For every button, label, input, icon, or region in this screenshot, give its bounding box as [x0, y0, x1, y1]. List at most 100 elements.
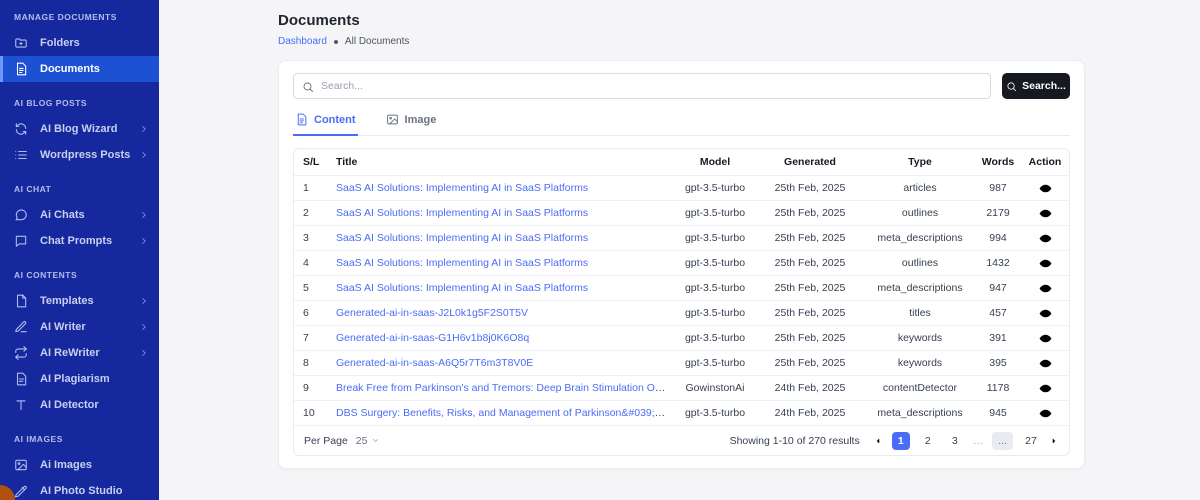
sidebar-item-documents[interactable]: Documents	[0, 56, 159, 82]
next-page-button[interactable]	[1049, 436, 1059, 446]
document-title-link[interactable]: Generated-ai-in-saas-G1H6v1b8j0K6O8q	[336, 332, 529, 344]
table-row: 6Generated-ai-in-saas-J2L0k1g5F2S0T5Vgpt…	[294, 300, 1069, 325]
cell-sl: 6	[294, 307, 336, 319]
sidebar-item-label: Chat Prompts	[40, 235, 139, 247]
cell-action	[1021, 257, 1069, 270]
sidebar-item-label: Documents	[40, 63, 149, 75]
view-document-button[interactable]	[1039, 282, 1052, 295]
tab-content[interactable]: Content	[293, 113, 358, 136]
table-header-row: S/LTitleModelGeneratedTypeWordsAction	[294, 149, 1069, 175]
cell-sl: 4	[294, 257, 336, 269]
document-title-link[interactable]: Generated-ai-in-saas-A6Q5r7T6m3T8V0E	[336, 357, 533, 369]
cell-action	[1021, 357, 1069, 370]
previous-page-button[interactable]	[873, 436, 883, 446]
document-title-link[interactable]: SaaS AI Solutions: Implementing AI in Sa…	[336, 232, 588, 244]
sidebar-item-ai-detector[interactable]: AI Detector	[0, 392, 159, 418]
search-button[interactable]: Search...	[1002, 73, 1070, 99]
per-page-select[interactable]: 25	[356, 435, 381, 447]
cell-words: 1432	[975, 257, 1021, 269]
cell-action	[1021, 332, 1069, 345]
cell-words: 391	[975, 332, 1021, 344]
wizard-icon	[14, 122, 28, 136]
plagiarism-icon	[14, 372, 28, 386]
chevron-right-icon	[139, 296, 149, 306]
cell-title: Generated-ai-in-saas-G1H6v1b8j0K6O8q	[336, 332, 675, 344]
cell-type: meta_descriptions	[865, 282, 975, 294]
cell-generated: 25th Feb, 2025	[755, 257, 865, 269]
sidebar-item-ai-blog-wizard[interactable]: AI Blog Wizard	[0, 116, 159, 142]
sidebar-item-ai-images[interactable]: Ai Images	[0, 452, 159, 478]
photo-studio-icon	[14, 484, 28, 498]
search-input[interactable]	[321, 80, 982, 92]
file-icon	[14, 294, 28, 308]
sidebar-item-ai-writer[interactable]: AI Writer	[0, 314, 159, 340]
view-document-button[interactable]	[1039, 382, 1052, 395]
sidebar-section-header-ai-chat: AI CHAT	[14, 184, 145, 194]
chevron-right-icon	[139, 150, 149, 160]
cell-action	[1021, 207, 1069, 220]
sidebar-item-folders[interactable]: Folders	[0, 30, 159, 56]
cell-sl: 5	[294, 282, 336, 294]
document-title-link[interactable]: SaaS AI Solutions: Implementing AI in Sa…	[336, 257, 588, 269]
document-icon	[295, 113, 308, 126]
cell-sl: 2	[294, 207, 336, 219]
document-title-link[interactable]: SaaS AI Solutions: Implementing AI in Sa…	[336, 207, 588, 219]
view-document-button[interactable]	[1039, 207, 1052, 220]
column-header-s-l: S/L	[294, 156, 336, 168]
sidebar-item-ai-plagiarism[interactable]: AI Plagiarism	[0, 366, 159, 392]
sidebar-item-ai-chats[interactable]: Ai Chats	[0, 202, 159, 228]
page-button-3[interactable]: 3	[946, 432, 964, 450]
cell-title: Generated-ai-in-saas-A6Q5r7T6m3T8V0E	[336, 357, 675, 369]
breadcrumb-dashboard-link[interactable]: Dashboard	[278, 36, 327, 47]
cell-generated: 25th Feb, 2025	[755, 332, 865, 344]
page-button-27[interactable]: 27	[1022, 432, 1040, 450]
cell-generated: 24th Feb, 2025	[755, 407, 865, 419]
image-icon	[14, 458, 28, 472]
view-document-button[interactable]	[1039, 357, 1052, 370]
cell-title: SaaS AI Solutions: Implementing AI in Sa…	[336, 232, 675, 244]
cell-words: 2179	[975, 207, 1021, 219]
per-page-value: 25	[356, 435, 368, 447]
page-button-1[interactable]: 1	[892, 432, 910, 450]
page-button-2[interactable]: 2	[919, 432, 937, 450]
cell-type: outlines	[865, 207, 975, 219]
sidebar-item-wordpress-posts[interactable]: Wordpress Posts	[0, 142, 159, 168]
view-document-button[interactable]	[1039, 307, 1052, 320]
view-document-button[interactable]	[1039, 257, 1052, 270]
sidebar-item-ai-rewriter[interactable]: AI ReWriter	[0, 340, 159, 366]
main-content: Documents Dashboard All Documents Search…	[159, 0, 1200, 500]
search-row: Search...	[293, 73, 1070, 99]
sidebar-item-chat-prompts[interactable]: Chat Prompts	[0, 228, 159, 254]
sidebar-item-templates[interactable]: Templates	[0, 288, 159, 314]
search-icon	[1006, 81, 1017, 92]
view-document-button[interactable]	[1039, 182, 1052, 195]
document-title-link[interactable]: SaaS AI Solutions: Implementing AI in Sa…	[336, 182, 588, 194]
document-title-link[interactable]: SaaS AI Solutions: Implementing AI in Sa…	[336, 282, 588, 294]
cell-words: 947	[975, 282, 1021, 294]
chevron-right-icon	[139, 236, 149, 246]
view-document-button[interactable]	[1039, 332, 1052, 345]
tab-label: Image	[405, 114, 437, 126]
cell-title: SaaS AI Solutions: Implementing AI in Sa…	[336, 257, 675, 269]
cell-type: meta_descriptions	[865, 232, 975, 244]
document-title-link[interactable]: DBS Surgery: Benefits, Risks, and Manage…	[336, 407, 675, 419]
page-title: Documents	[278, 12, 1085, 29]
view-document-button[interactable]	[1039, 232, 1052, 245]
table-row: 9Break Free from Parkinson's and Tremors…	[294, 375, 1069, 400]
document-title-link[interactable]: Break Free from Parkinson's and Tremors:…	[336, 382, 675, 394]
cell-type: meta_descriptions	[865, 407, 975, 419]
cell-model: gpt-3.5-turbo	[675, 257, 755, 269]
view-document-button[interactable]	[1039, 407, 1052, 420]
search-button-label: Search...	[1022, 80, 1066, 92]
column-header-action: Action	[1021, 156, 1069, 168]
cell-type: outlines	[865, 257, 975, 269]
sidebar-item-ai-photo-studio[interactable]: AI Photo Studio	[0, 478, 159, 500]
document-icon	[14, 62, 28, 76]
document-title-link[interactable]: Generated-ai-in-saas-J2L0k1g5F2S0T5V	[336, 307, 528, 319]
cell-words: 1178	[975, 382, 1021, 394]
cell-sl: 9	[294, 382, 336, 394]
cell-generated: 25th Feb, 2025	[755, 282, 865, 294]
tab-image[interactable]: Image	[384, 113, 439, 136]
sidebar-item-label: Folders	[40, 37, 149, 49]
cell-words: 987	[975, 182, 1021, 194]
